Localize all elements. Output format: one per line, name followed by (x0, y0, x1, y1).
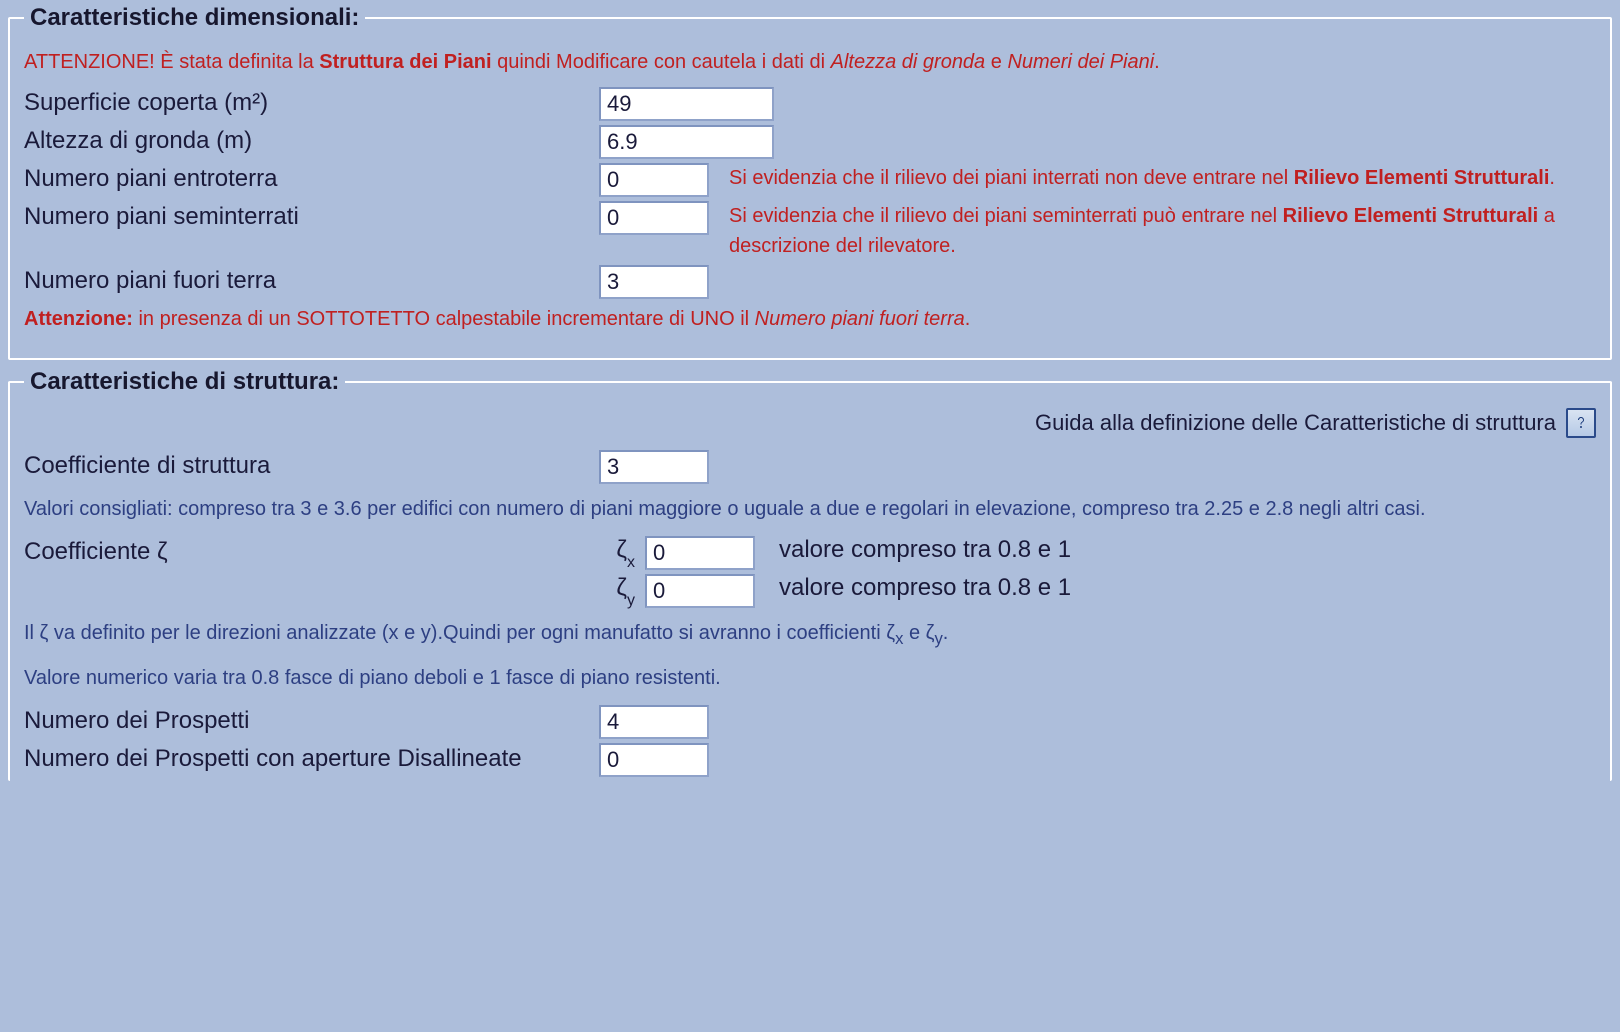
input-numero-prospetti-disallineate[interactable] (599, 743, 709, 777)
hint-zeta-x: valore compreso tra 0.8 e 1 (755, 536, 1596, 564)
label-coefficiente-struttura: Coefficiente di struttura (24, 450, 599, 480)
row-altezza-gronda: Altezza di gronda (m) (24, 125, 1596, 159)
label-altezza-gronda: Altezza di gronda (m) (24, 125, 599, 155)
input-piani-fuori-terra[interactable] (599, 265, 709, 299)
row-piani-fuori-terra: Numero piani fuori terra (24, 265, 1596, 299)
label-piani-entroterra: Numero piani entroterra (24, 163, 599, 193)
input-piani-seminterrati[interactable] (599, 201, 709, 235)
zeta-y-prefix: ζy (616, 574, 635, 606)
input-piani-entroterra[interactable] (599, 163, 709, 197)
note-zeta-range: Valore numerico varia tra 0.8 fasce di p… (24, 663, 1596, 693)
row-piani-seminterrati: Numero piani seminterrati Si evidenzia c… (24, 201, 1596, 261)
dimensional-legend: Caratteristiche dimensionali: (24, 4, 365, 32)
label-piani-fuori-terra: Numero piani fuori terra (24, 265, 599, 295)
guide-row: Guida alla definizione delle Caratterist… (24, 408, 1596, 438)
label-numero-prospetti: Numero dei Prospetti (24, 705, 599, 735)
help-button[interactable] (1566, 408, 1596, 438)
help-icon (1573, 415, 1589, 431)
row-superficie: Superficie coperta (m²) (24, 87, 1596, 121)
guide-text: Guida alla definizione delle Caratterist… (1035, 410, 1556, 436)
input-altezza-gronda[interactable] (599, 125, 774, 159)
input-zeta-y[interactable] (645, 574, 755, 608)
label-superficie: Superficie coperta (m²) (24, 87, 599, 117)
note-piani-seminterrati: Si evidenzia che il rilievo dei piani se… (709, 201, 1596, 261)
note-piani-entroterra: Si evidenzia che il rilievo dei piani in… (709, 163, 1596, 193)
input-coefficiente-struttura[interactable] (599, 450, 709, 484)
input-zeta-x[interactable] (645, 536, 755, 570)
input-superficie[interactable] (599, 87, 774, 121)
structure-legend: Caratteristiche di struttura: (24, 368, 345, 396)
zeta-x-prefix: ζx (616, 536, 635, 568)
row-coefficiente-struttura: Coefficiente di struttura (24, 450, 1596, 484)
hint-zeta-y: valore compreso tra 0.8 e 1 (755, 574, 1596, 602)
note-coefficiente-struttura: Valori consigliati: compreso tra 3 e 3.6… (24, 494, 1596, 524)
label-numero-prospetti-disallineate: Numero dei Prospetti con aperture Disall… (24, 743, 599, 773)
row-piani-entroterra: Numero piani entroterra Si evidenzia che… (24, 163, 1596, 197)
row-numero-prospetti: Numero dei Prospetti (24, 705, 1596, 739)
dimensional-characteristics-group: Caratteristiche dimensionali: ATTENZIONE… (8, 4, 1612, 360)
input-numero-prospetti[interactable] (599, 705, 709, 739)
label-zeta: Coefficiente ζ (24, 536, 599, 566)
row-zeta-y: ζy valore compreso tra 0.8 e 1 (24, 574, 1596, 608)
label-piani-seminterrati: Numero piani seminterrati (24, 201, 599, 231)
row-numero-prospetti-disallineate: Numero dei Prospetti con aperture Disall… (24, 743, 1596, 777)
warning-struttura-piani: ATTENZIONE! È stata definita la Struttur… (24, 48, 1596, 77)
note-zeta-directions: Il ζ va definito per le direzioni analiz… (24, 618, 1596, 651)
warning-sottotetto: Attenzione: in presenza di un SOTTOTETTO… (24, 305, 1596, 334)
structure-characteristics-group: Caratteristiche di struttura: Guida alla… (8, 368, 1612, 781)
row-zeta: Coefficiente ζ ζx valore compreso tra 0.… (24, 536, 1596, 570)
